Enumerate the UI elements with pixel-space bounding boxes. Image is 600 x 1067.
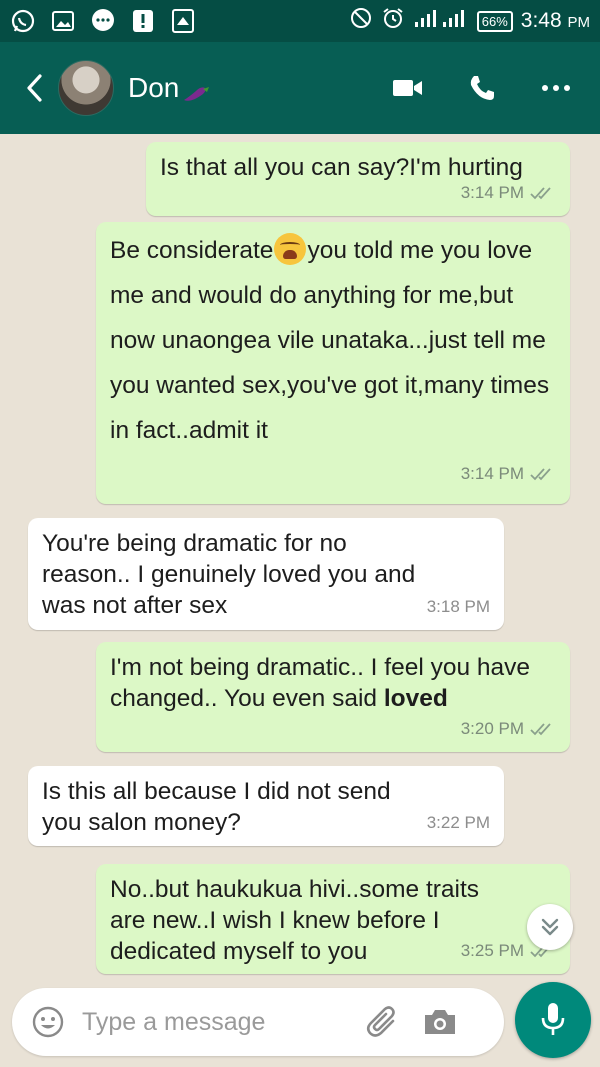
message-time: 3:25 PM — [460, 941, 524, 960]
back-arrow-icon — [27, 74, 42, 102]
back-button[interactable] — [14, 58, 54, 118]
message-text: Be considerate you told me you love me an… — [110, 228, 556, 453]
message-time: 3:14 PM — [460, 183, 524, 202]
message-text-part: I'm not being dramatic.. I feel you have… — [110, 654, 531, 712]
dnd-icon — [349, 6, 373, 36]
message-meta: 3:20 PM — [461, 713, 556, 744]
message-time: 3:20 PM — [460, 719, 524, 738]
message-text: Is this all because I did not send you s… — [42, 778, 391, 836]
message-bubble-outgoing[interactable]: I'm not being dramatic.. I feel you have… — [96, 642, 570, 752]
whatsapp-icon — [10, 8, 36, 34]
message-text: No..but haukukua hivi..some traits are n… — [110, 876, 480, 965]
camera-icon — [425, 1010, 455, 1034]
more-options-button[interactable] — [526, 58, 586, 118]
message-text: You're being dramatic for no reason.. I … — [42, 530, 416, 619]
emoji-button[interactable] — [28, 1002, 68, 1042]
eggplant-emoji — [181, 79, 211, 101]
clock: 3:48 PM — [521, 9, 590, 33]
message-input[interactable] — [82, 1007, 352, 1037]
message-meta: 3:18 PM — [427, 591, 490, 622]
paperclip-icon — [366, 1006, 395, 1037]
double-tick-icon — [530, 722, 551, 735]
message-bubble-outgoing[interactable]: No..but haukukua hivi..some traits are n… — [96, 864, 570, 974]
clock-suffix: PM — [567, 14, 591, 31]
double-tick-icon — [530, 186, 551, 199]
chevron-double-down-icon — [541, 918, 559, 936]
scroll-to-bottom-button[interactable] — [527, 904, 573, 950]
message-meta: 3:14 PM — [461, 451, 556, 496]
double-tick-icon — [530, 467, 551, 480]
message-time: 3:14 PM — [460, 464, 524, 483]
phone-icon — [470, 76, 494, 100]
message-text-part: you told me you love me and would do any… — [110, 237, 550, 444]
message-meta: 3:22 PM — [427, 807, 490, 838]
video-call-icon — [393, 80, 422, 96]
message-time: 3:18 PM — [426, 597, 490, 616]
contact-name: Don — [128, 72, 180, 103]
composer-bar — [12, 988, 504, 1056]
battery-indicator: 66% — [476, 10, 513, 32]
alarm-icon — [381, 6, 405, 36]
message-text-part: Be considerate — [110, 237, 274, 264]
attach-button[interactable] — [360, 1000, 404, 1044]
mic-button[interactable] — [515, 982, 591, 1058]
message-bubble-incoming[interactable]: Is this all because I did not send you s… — [28, 766, 504, 846]
contact-title[interactable]: Don — [128, 72, 211, 104]
camera-button[interactable] — [418, 1000, 462, 1044]
avatar[interactable] — [58, 60, 114, 116]
more-options-icon — [542, 85, 570, 91]
message-text: I'm not being dramatic.. I feel you have… — [110, 652, 556, 714]
message-time: 3:22 PM — [426, 813, 490, 832]
signal-icon — [413, 8, 469, 34]
voice-call-button[interactable] — [452, 58, 512, 118]
message-meta: 3:14 PM — [461, 177, 556, 208]
gallery-icon — [50, 8, 76, 34]
clock-time: 3:48 — [520, 9, 562, 32]
chat-bubble-icon — [90, 8, 116, 34]
chat-header: Don — [0, 42, 600, 134]
weary-face-emoji — [274, 233, 307, 265]
chat-area[interactable]: Is that all you can say?I'm hurting 3:14… — [0, 134, 600, 982]
upload-icon — [170, 8, 196, 34]
message-bubble-outgoing[interactable]: Be considerate you told me you love me an… — [96, 222, 570, 504]
status-bar: 66% 3:48 PM — [0, 0, 600, 42]
message-bubble-outgoing[interactable]: Is that all you can say?I'm hurting 3:14… — [146, 142, 570, 216]
mic-icon — [541, 1003, 565, 1035]
alert-icon — [130, 8, 156, 34]
message-text-bold: loved — [383, 685, 448, 712]
video-call-button[interactable] — [378, 58, 438, 118]
message-bubble-incoming[interactable]: You're being dramatic for no reason.. I … — [28, 518, 504, 630]
emoji-icon — [32, 1006, 64, 1038]
